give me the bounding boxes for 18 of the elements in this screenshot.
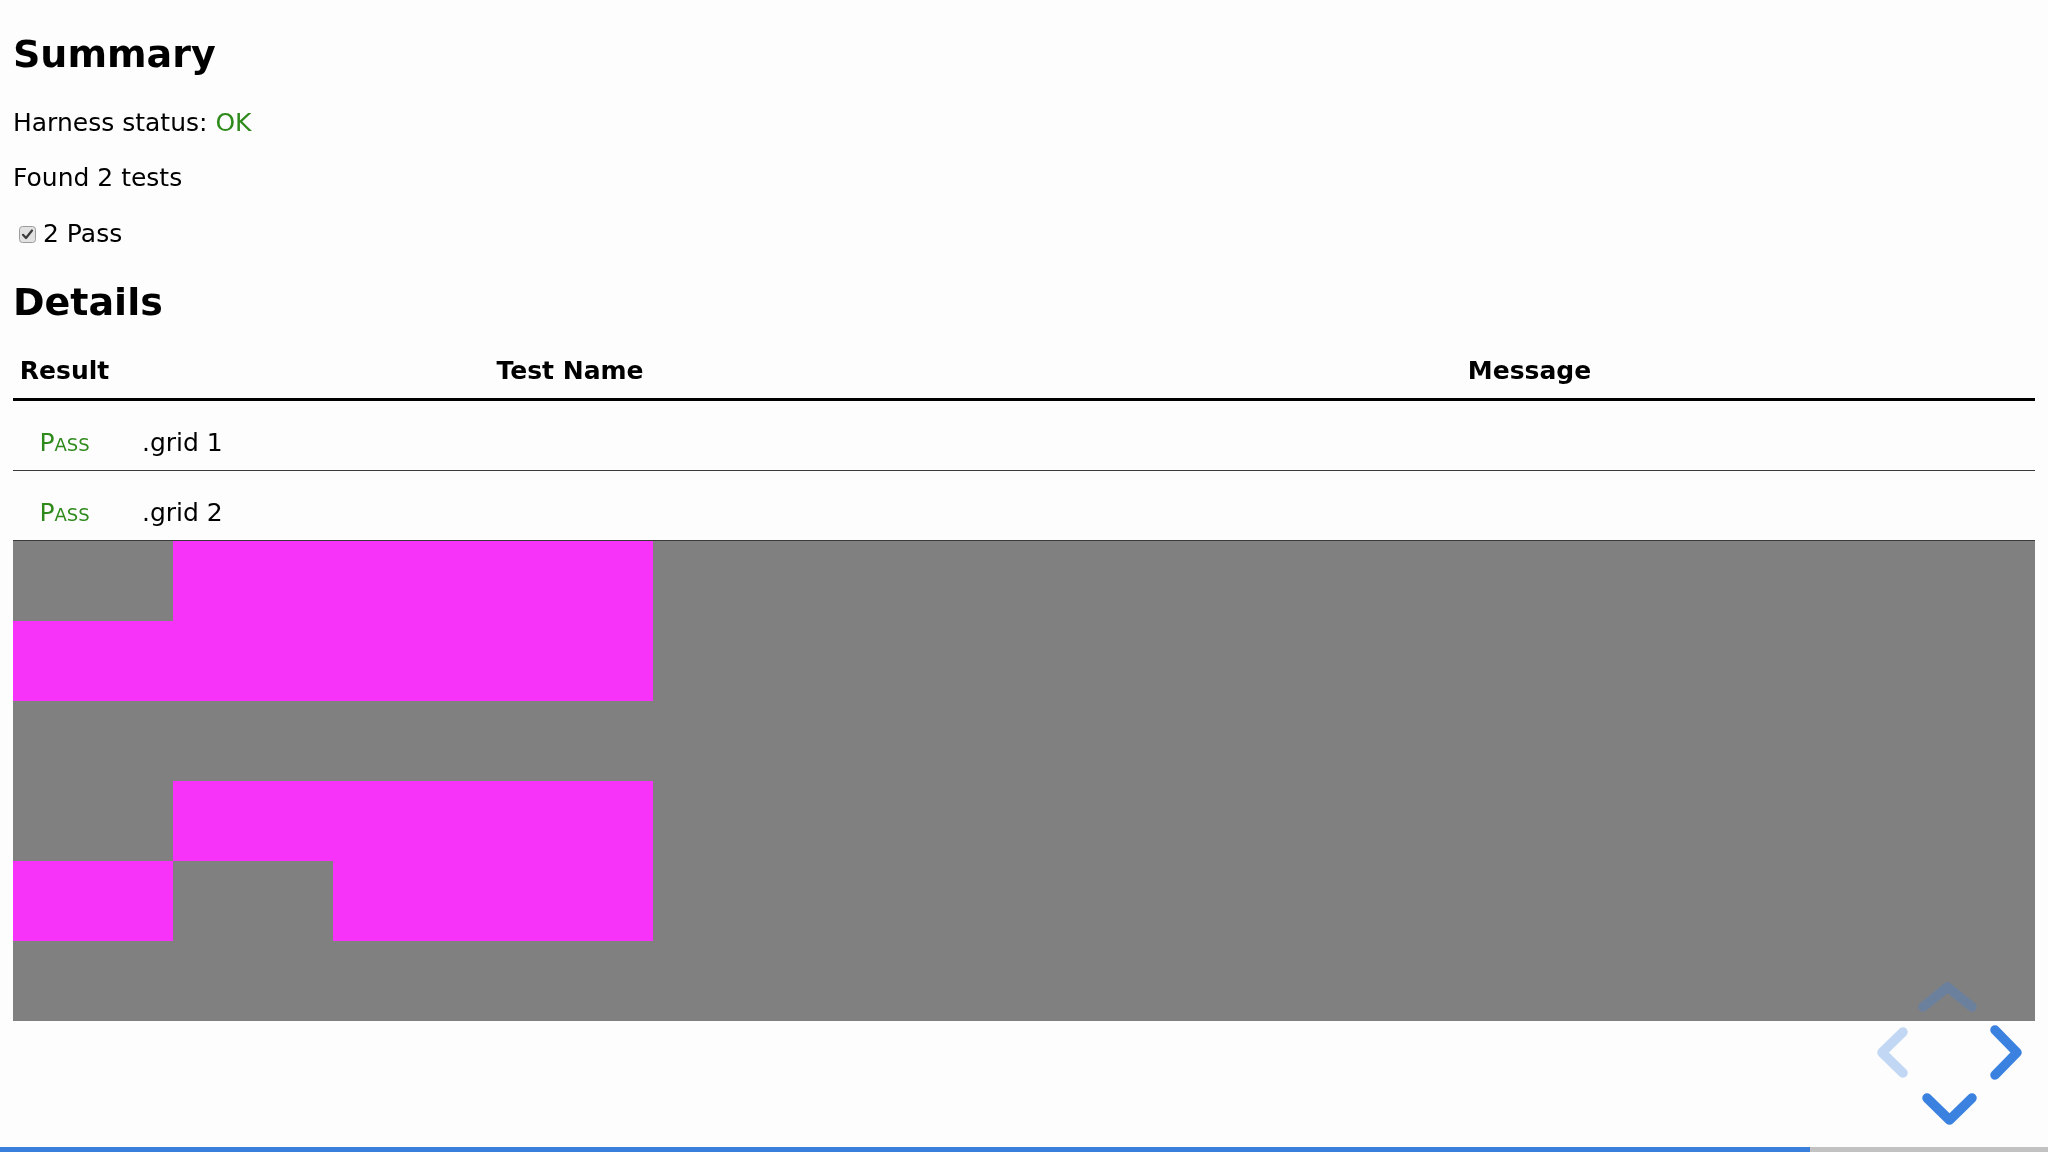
chevron-up-icon [1918, 982, 1977, 1012]
details-heading: Details [13, 280, 163, 324]
checkbox[interactable] [19, 225, 36, 243]
summary-heading: Summary [13, 32, 216, 76]
chevron-right-icon [1990, 1025, 2022, 1080]
result-text: Pass [39, 428, 90, 458]
chevron-down-icon [1922, 1093, 1977, 1125]
column-header: Test Name [496, 356, 644, 385]
harness-status-label: Harness status: [13, 108, 208, 137]
result-text: Pass [39, 498, 90, 528]
chevron-left-icon [1877, 1027, 1908, 1078]
found-tests-text: Found 2 tests [13, 163, 183, 192]
filter-label: 2 Pass [43, 219, 123, 249]
test-name-text: .grid 1 [142, 428, 223, 458]
harness-status-value: OK [215, 108, 252, 137]
test-name-text: .grid 2 [142, 498, 223, 528]
column-header: Message [1467, 356, 1592, 385]
column-header: Result [19, 356, 110, 385]
